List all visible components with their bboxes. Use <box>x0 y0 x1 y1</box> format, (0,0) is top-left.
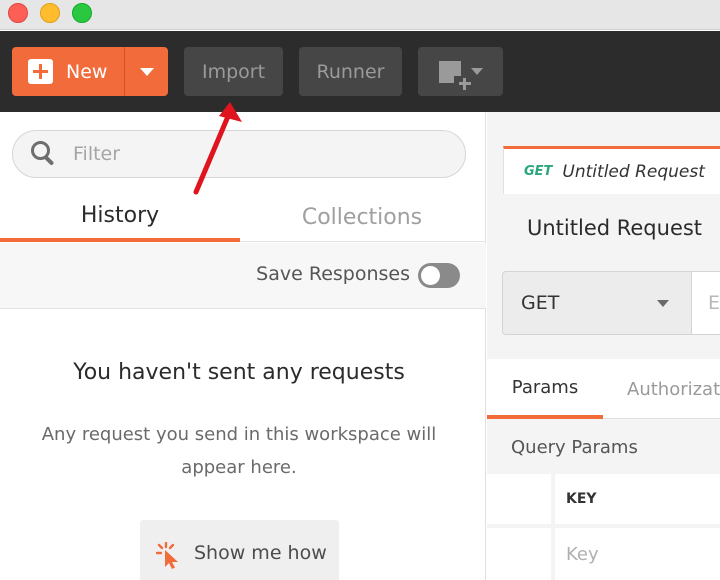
window-titlebar <box>0 0 720 30</box>
caret-down-icon <box>139 67 154 76</box>
import-button[interactable]: Import <box>184 47 283 96</box>
save-responses-label: Save Responses <box>256 263 410 285</box>
runner-button[interactable]: Runner <box>299 47 402 96</box>
new-button[interactable]: New <box>12 47 124 96</box>
request-sub-tabs: Params Authorizat <box>487 359 720 419</box>
new-dropdown-button[interactable] <box>124 47 168 96</box>
save-responses-toggle[interactable] <box>418 263 460 288</box>
method-value: GET <box>521 292 560 314</box>
method-select[interactable]: GET <box>502 271 692 335</box>
close-window-button[interactable] <box>8 3 28 23</box>
annotation-arrow-icon <box>193 102 242 195</box>
caret-down-icon <box>470 68 483 75</box>
url-placeholder: E <box>708 292 720 314</box>
request-tab-method: GET <box>524 164 553 179</box>
new-button-group: New <box>12 47 168 96</box>
search-icon <box>31 141 57 167</box>
show-me-how-label: Show me how <box>194 542 327 564</box>
tab-authorization[interactable]: Authorizat <box>627 359 720 419</box>
table-header-cell <box>487 474 551 524</box>
toggle-knob <box>421 266 440 285</box>
request-panel: GET Untitled Request Untitled Request GE… <box>487 112 720 580</box>
key-column-header: KEY <box>555 474 720 524</box>
show-me-how-button[interactable]: Show me how <box>140 520 339 580</box>
request-title[interactable]: Untitled Request <box>527 216 702 240</box>
tab-collections[interactable]: Collections <box>242 192 482 242</box>
url-input[interactable]: E <box>692 271 720 335</box>
table-row-checkbox-cell[interactable] <box>487 528 551 580</box>
empty-state-title: You haven't sent any requests <box>73 360 405 385</box>
params-table: KEY <box>487 474 720 580</box>
query-params-label: Query Params <box>511 437 638 458</box>
plus-icon <box>28 59 53 84</box>
maximize-window-button[interactable] <box>72 3 92 23</box>
request-tab[interactable]: GET Untitled Request <box>503 146 720 194</box>
caret-down-icon <box>657 300 669 307</box>
new-button-label: New <box>66 60 108 83</box>
save-responses-row: Save Responses <box>0 243 486 309</box>
minimize-window-button[interactable] <box>40 3 60 23</box>
request-tab-name: Untitled Request <box>562 161 705 182</box>
empty-state-description: Any request you send in this workspace w… <box>41 424 437 478</box>
main-toolbar: New Import Runner <box>0 31 720 112</box>
key-input[interactable] <box>566 543 706 565</box>
tab-params[interactable]: Params <box>487 359 603 419</box>
new-window-button[interactable] <box>418 47 503 96</box>
cursor-click-icon <box>156 542 178 569</box>
key-cell <box>555 528 720 580</box>
new-window-icon <box>438 60 471 90</box>
